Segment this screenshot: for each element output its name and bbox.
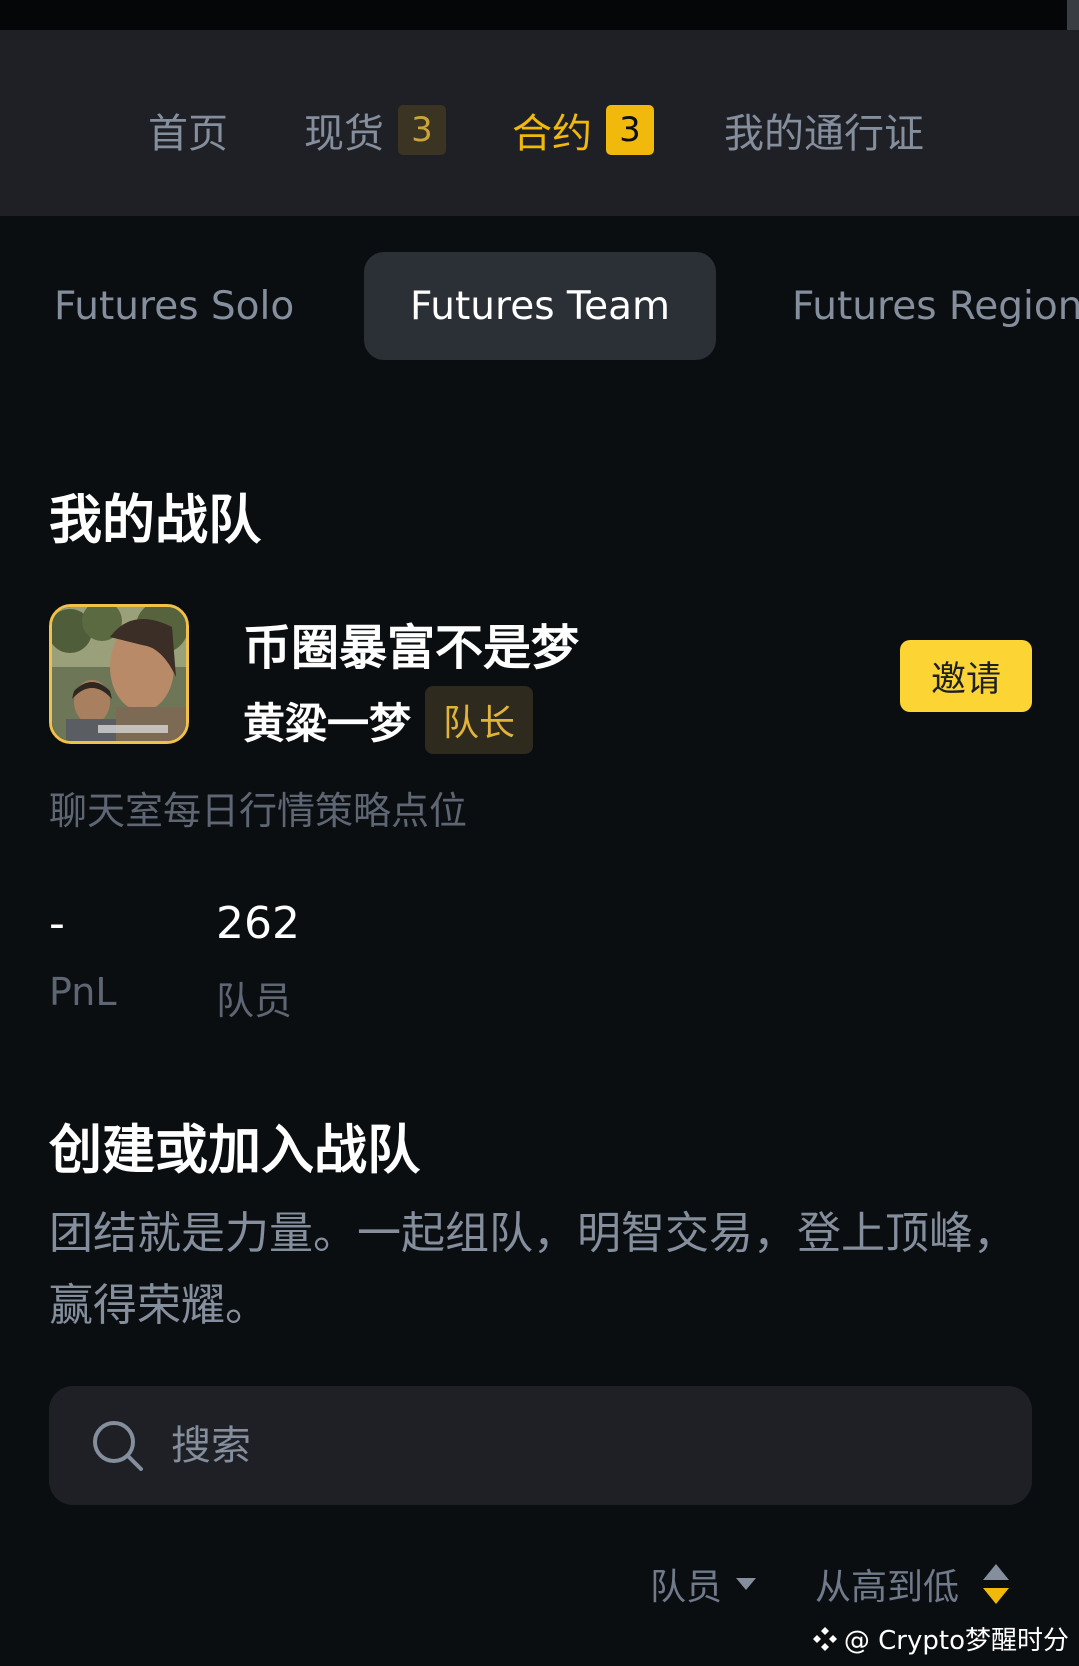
watermark: @ Crypto梦醒时分: [812, 1620, 1069, 1657]
team-avatar-image: [52, 607, 186, 741]
tab-futures-team[interactable]: Futures Team: [364, 252, 716, 360]
nav-item-home[interactable]: 首页: [148, 100, 228, 160]
tab-label: Futures Team: [410, 283, 670, 329]
tab-label: Futures Region: [792, 283, 1079, 329]
sort-field-label: 队员: [650, 1567, 723, 1608]
nav-item-spot[interactable]: 现货 3: [304, 100, 446, 160]
tab-futures-region[interactable]: Futures Region: [792, 252, 1079, 360]
search-input[interactable]: [169, 1421, 973, 1470]
team-captain: 黄粱一梦 队长: [243, 686, 534, 754]
sort-order-toggle[interactable]: 从高到低: [815, 1558, 1011, 1610]
top-nav: 首页 现货 3 合约 3 我的通行证: [0, 30, 1079, 216]
pnl-value: -: [49, 898, 65, 949]
sort-field-dropdown[interactable]: 队员: [650, 1558, 757, 1610]
chevron-down-icon: [736, 1578, 757, 1590]
brand-logo-icon: [812, 1626, 837, 1651]
sort-order-label: 从高到低: [815, 1567, 960, 1608]
search-icon: [93, 1420, 143, 1471]
nav-item-futures[interactable]: 合约 3: [512, 100, 654, 160]
members-label: 队员: [216, 979, 293, 1023]
captain-name: 黄粱一梦: [243, 698, 412, 748]
members-value: 262: [216, 898, 300, 949]
create-join-heading: 创建或加入战队: [49, 1120, 420, 1181]
tab-label: Futures Solo: [54, 283, 295, 329]
role-badge: 队长: [425, 686, 534, 754]
nav-item-label: 首页: [148, 111, 228, 157]
invite-button[interactable]: 邀请: [900, 640, 1032, 712]
pnl-label: PnL: [49, 970, 117, 1014]
futures-tabs: Futures Solo Futures Team Futures Region: [0, 252, 1079, 362]
nav-item-label: 合约: [512, 111, 592, 157]
status-bar: [0, 0, 1079, 30]
nav-item-my-pass[interactable]: 我的通行证: [724, 100, 924, 160]
search-bar[interactable]: [49, 1386, 1032, 1505]
nav-item-label: 我的通行证: [724, 111, 924, 157]
team-description: 聊天室每日行情策略点位: [49, 789, 468, 833]
nav-item-label: 现货: [304, 111, 384, 157]
create-join-description: 团结就是力量。一起组队，明智交易，登上顶峰，赢得荣耀。: [49, 1208, 1017, 1331]
my-team-heading: 我的战队: [49, 490, 261, 551]
tab-futures-solo[interactable]: Futures Solo: [54, 252, 294, 360]
count-badge: 3: [398, 105, 446, 155]
sort-arrows-icon: [983, 1564, 1010, 1604]
count-badge: 3: [606, 105, 654, 155]
team-name: 币圈暴富不是梦: [243, 620, 580, 676]
watermark-text: @ Crypto梦醒时分: [843, 1626, 1069, 1656]
team-avatar[interactable]: [49, 604, 189, 744]
